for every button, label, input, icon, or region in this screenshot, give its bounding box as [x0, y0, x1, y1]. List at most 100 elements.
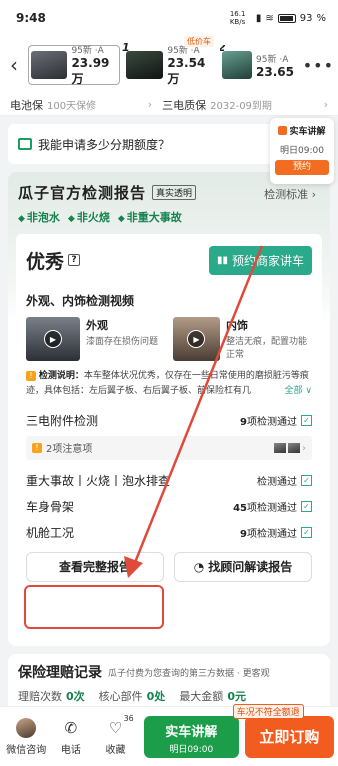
check-row-tri-electric[interactable]: 三电附件检测 9项检测通过 ✓ — [26, 408, 312, 434]
network-speed: 16.1 KB/s — [229, 10, 246, 26]
order-now-button[interactable]: 车况不符全额退 立即订购 — [232, 703, 334, 758]
avatar — [16, 717, 37, 738]
bottom-action-bar: 微信咨询 ✆ 电话 36 ♡ 收藏 实车讲解 明日09:00 车况不符全额退 立… — [0, 703, 338, 766]
check-name: 重大事故丨火烧丨泡水排查 — [26, 474, 171, 489]
inspection-videos: ▶ 外观 漆面存在损伤问题 ▶ 内饰 整洁无痕，配置功能正常 — [26, 317, 312, 361]
play-icon: ▶ — [44, 330, 62, 348]
consult-date: 明日09:00 — [280, 146, 324, 156]
exterior-video[interactable]: ▶ 外观 漆面存在损伤问题 — [26, 317, 165, 361]
car-card-2[interactable]: 2 95新 ·A 23.65 — [220, 45, 296, 85]
live-explain-button[interactable]: 实车讲解 明日09:00 — [143, 715, 239, 758]
favorite-count: 36 — [123, 713, 134, 723]
inspection-explanation: ! 检测说明：本车整体状况优秀，仅存在一些日常使用的磨损脏污等痕迹，具体包括：左… — [26, 369, 312, 400]
heart-icon: ♡ — [108, 718, 123, 737]
check-icon: ✓ — [301, 475, 312, 487]
play-icon: ▶ — [187, 330, 206, 348]
video-title: 外观 — [86, 319, 108, 332]
more-icon[interactable]: ••• — [303, 56, 334, 75]
car-card-current[interactable]: 95新 ·A 23.99万 — [28, 45, 120, 86]
claims-count: 0次 — [66, 690, 85, 703]
check-name: 三电附件检测 — [26, 414, 99, 429]
expand-all-link[interactable]: 全部 ∨ — [285, 384, 312, 399]
car-condition: 95新 ·A — [71, 46, 104, 56]
refund-guarantee-tag: 车况不符全额退 — [232, 703, 304, 719]
status-time: 9:48 — [16, 11, 46, 25]
chevron-right-icon: › — [323, 98, 328, 111]
consultant-report-button[interactable]: ◔ 找顾问解读报告 — [174, 551, 312, 582]
check-badge: 非重大事故 — [118, 209, 182, 225]
chat-icon: ◔ — [193, 559, 205, 574]
phone-icon: ✆ — [64, 718, 78, 737]
car-price: 23.99万 — [71, 56, 110, 86]
max-amount: 0元 — [227, 690, 246, 703]
warning-icon: ! — [32, 442, 42, 453]
check-badges: 非泡水 非火烧 非重大事故 — [18, 209, 320, 225]
warranty-row[interactable]: 电池保 100天保修 › 三电质保 2032-09到期 › — [0, 94, 338, 116]
video-thumbnail: ▶ — [173, 317, 220, 361]
car-compare-strip: ‹ 95新 ·A 23.99万 1 低价车 95新 ·A 23.54万 2 95… — [0, 36, 338, 94]
video-thumbnail: ▶ — [26, 317, 80, 361]
video-title: 内饰 — [225, 319, 248, 332]
transparency-tag: 真实透明 — [152, 185, 197, 200]
insurance-subtitle: 瓜子付费为您查询的第三方数据 · 更客观 — [108, 668, 270, 679]
view-full-report-button[interactable]: 查看完整报告 — [26, 551, 164, 582]
check-icon: ✓ — [301, 527, 312, 539]
check-icon: ✓ — [301, 501, 312, 513]
help-icon[interactable]: ? — [68, 254, 81, 266]
battery-level: 93 — [299, 12, 313, 24]
bar-chart-icon: ▮▮ — [216, 254, 228, 266]
chat-icon — [18, 138, 32, 150]
check-icon: ✓ — [301, 415, 312, 427]
check-row-engine-bay[interactable]: 机舱工况 9项检测通过 ✓ — [26, 520, 312, 546]
wechat-consult-button[interactable]: 微信咨询 — [4, 717, 49, 756]
car-thumbnail — [222, 51, 253, 79]
favorite-button[interactable]: 36 ♡ 收藏 — [93, 714, 138, 756]
inspection-standard-link[interactable]: 检测标准 › — [264, 186, 316, 202]
inspection-report-card: 瓜子官方检测报告 真实透明 检测标准 › 非泡水 非火烧 非重大事故 优秀 ? … — [8, 172, 330, 646]
chevron-right-icon: › — [147, 98, 153, 111]
warning-icon: ! — [26, 371, 36, 382]
check-badge: 非泡水 — [18, 209, 60, 225]
car-price: 23.54万 — [167, 56, 206, 86]
core-parts-count: 0处 — [146, 690, 166, 703]
interior-video[interactable]: ▶ 内饰 整洁无痕，配置功能正常 — [173, 317, 312, 361]
attention-thumbnails: › — [274, 442, 306, 454]
car-card-1[interactable]: 1 低价车 95新 ·A 23.54万 — [122, 36, 216, 86]
video-desc: 漆面存在损伤问题 — [86, 337, 159, 347]
check-name: 车身骨架 — [26, 500, 75, 515]
status-icons: 16.1 KB/s ▮ ≋ 93% — [229, 10, 326, 26]
battery-warranty-label: 电池保 — [10, 98, 43, 112]
installment-label: 我能申请多少分期额度？ — [38, 137, 171, 152]
car-thumbnail — [126, 51, 164, 79]
back-arrow-icon[interactable]: ‹ — [4, 53, 24, 77]
report-title: 瓜子官方检测报告 — [18, 184, 147, 202]
video-section-title: 外观、内饰检测视频 — [26, 294, 135, 308]
book-dealer-button[interactable]: ▮▮ 预约商家讲车 — [208, 245, 312, 275]
report-detail: 优秀 ? ▮▮ 预约商家讲车 外观、内饰检测视频 ▶ 外观 漆面存在损伤问题 ▶… — [16, 234, 322, 636]
signal-icon: ▮ — [255, 12, 262, 24]
attention-items[interactable]: ! 2项注意项 › — [26, 435, 312, 460]
status-bar: 9:48 16.1 KB/s ▮ ≋ 93% — [0, 0, 338, 36]
check-row-frame[interactable]: 车身骨架 45项检测通过 ✓ — [26, 494, 312, 520]
tri-warranty-label: 三电质保 — [162, 98, 207, 112]
check-name: 机舱工况 — [26, 526, 75, 541]
tri-warranty-value: 2032-09到期 — [210, 101, 272, 112]
attention-label: 2项注意项 — [46, 444, 93, 456]
explain-label: 检测说明： — [38, 371, 84, 382]
car-condition: 95新 ·A — [256, 54, 289, 65]
video-desc: 整洁无痕，配置功能正常 — [225, 337, 307, 360]
grade-label: 优秀 — [26, 250, 65, 273]
insurance-title: 保险理赔记录 — [18, 665, 102, 681]
consult-float-card[interactable]: 实车讲解 明日09:00 预约 — [270, 118, 334, 184]
check-badge: 非火烧 — [68, 209, 110, 225]
battery-icon — [277, 13, 296, 23]
consult-book-button[interactable]: 预约 — [275, 160, 329, 175]
wifi-icon: ≋ — [265, 12, 274, 24]
check-row-accident[interactable]: 重大事故丨火烧丨泡水排查 检测通过 ✓ — [26, 468, 312, 494]
car-thumbnail — [31, 51, 68, 79]
video-icon — [278, 126, 288, 135]
battery-warranty-value: 100天保修 — [47, 101, 97, 112]
consult-title: 实车讲解 — [289, 127, 326, 137]
low-price-badge: 低价车 — [184, 36, 214, 47]
phone-button[interactable]: ✆ 电话 — [49, 718, 94, 756]
